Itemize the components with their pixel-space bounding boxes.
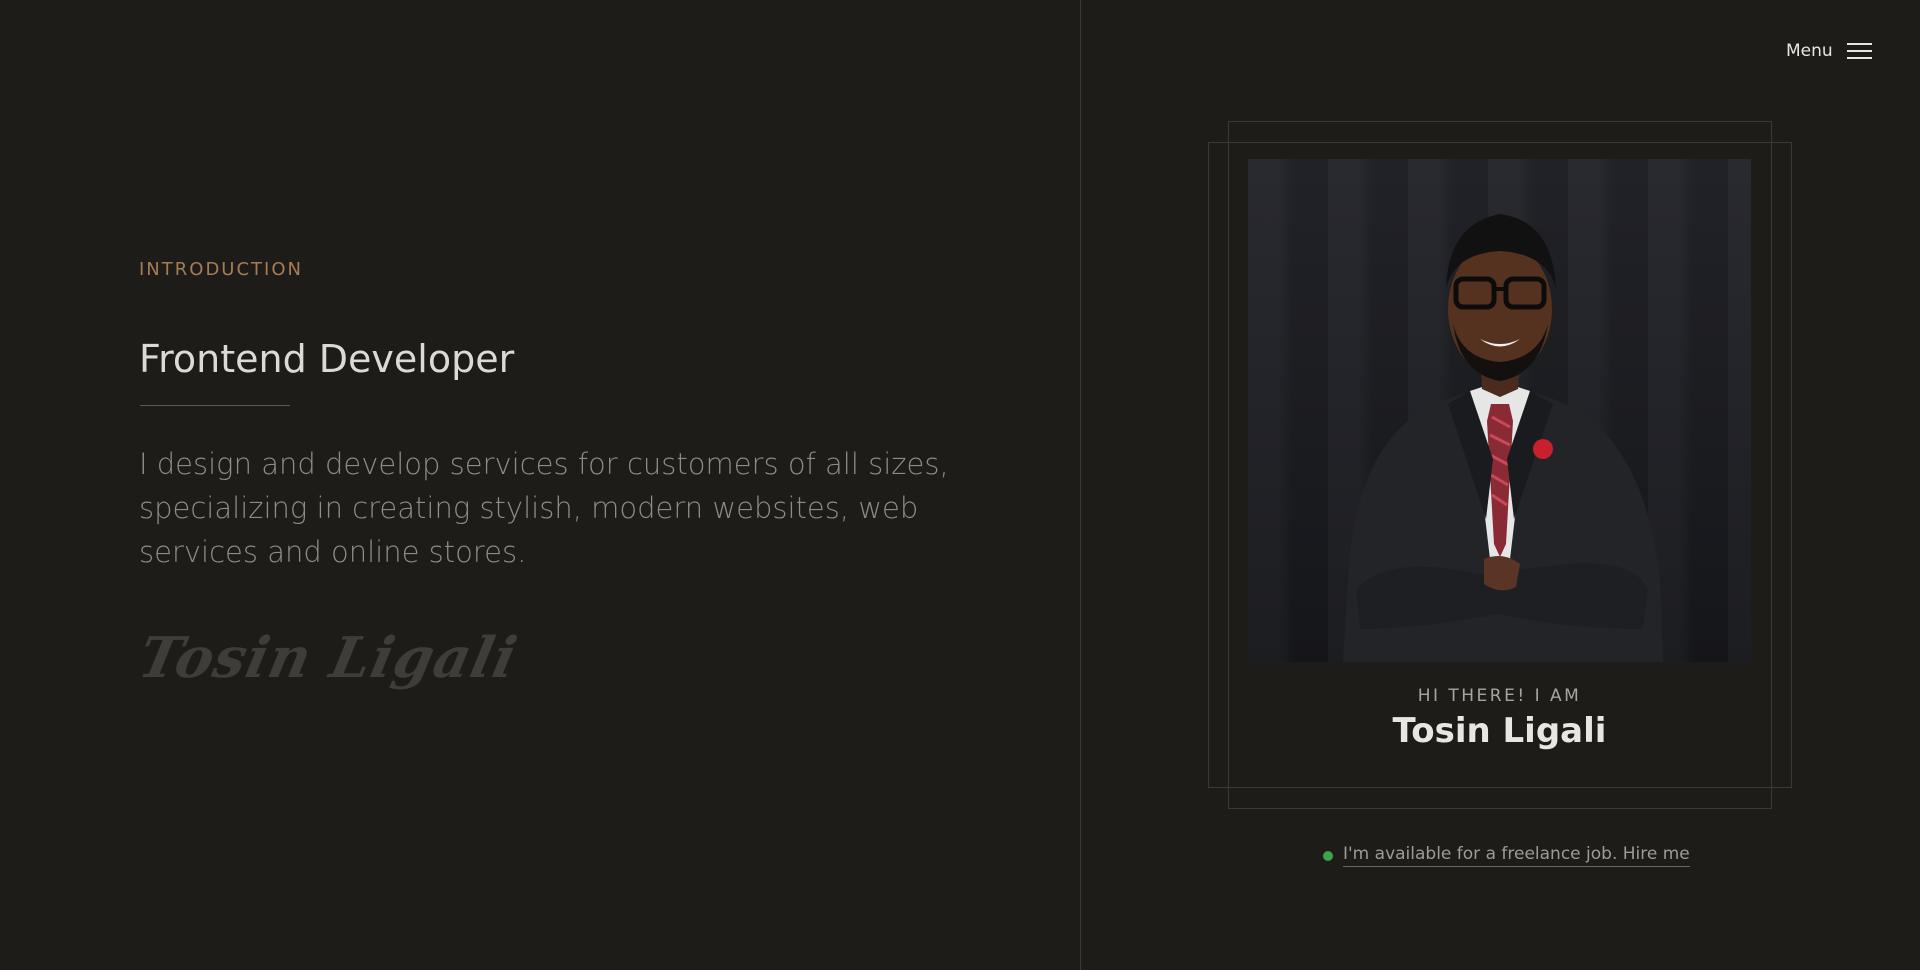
title-underline — [140, 405, 290, 406]
card-greeting: HI THERE! I AM — [1417, 686, 1582, 706]
page: INTRODUCTION Frontend Developer I design… — [0, 0, 1920, 970]
bio-text: I design and develop services for custom… — [139, 447, 949, 569]
role-title: Frontend Developer — [139, 337, 515, 381]
column-divider — [1080, 0, 1081, 970]
profile-photo — [1248, 159, 1751, 662]
signature: Tosin Ligali — [132, 625, 524, 691]
menu-label: Menu — [1786, 41, 1833, 61]
menu-button[interactable]: Menu — [1786, 38, 1872, 64]
hire-me-link[interactable]: I'm available for a freelance job. Hire … — [1343, 844, 1690, 867]
availability-status: I'm available for a freelance job. Hire … — [1323, 844, 1690, 867]
card-name: Tosin Ligali — [1392, 711, 1607, 751]
intro-section: INTRODUCTION Frontend Developer I design… — [0, 0, 1080, 970]
status-dot-icon — [1323, 850, 1333, 861]
intro-eyebrow: INTRODUCTION — [139, 259, 303, 280]
profile-portrait-illustration — [1343, 214, 1663, 662]
hamburger-icon[interactable] — [1846, 43, 1872, 59]
